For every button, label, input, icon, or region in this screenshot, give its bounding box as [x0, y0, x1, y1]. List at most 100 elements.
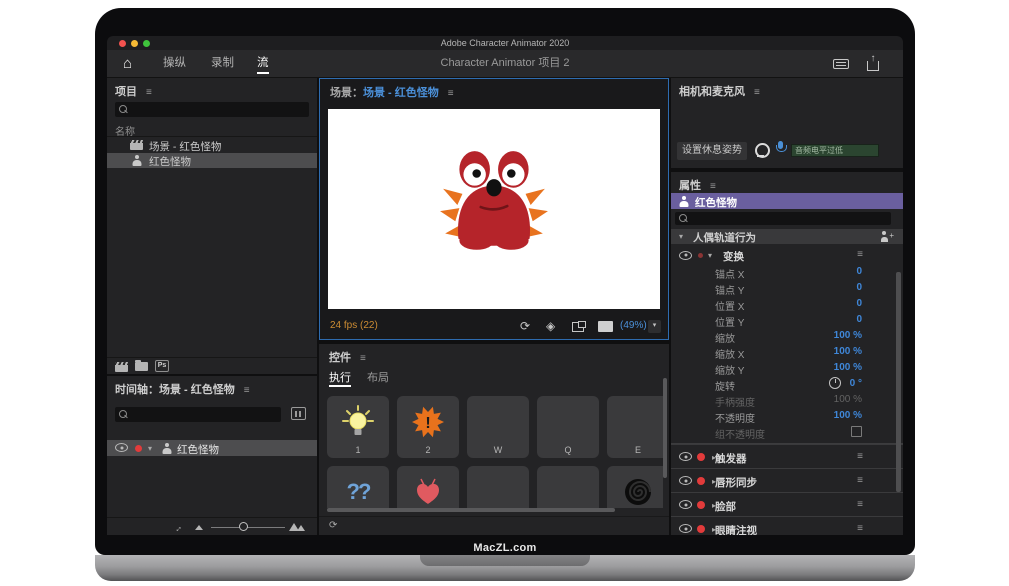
tab-layout[interactable]: 布局 — [367, 368, 389, 388]
webcam-icon[interactable] — [755, 143, 768, 156]
home-icon[interactable]: ⌂ — [123, 50, 132, 77]
panel-menu-icon[interactable]: ≡ — [146, 87, 152, 98]
controls-panel-title: 控件≡ — [329, 349, 366, 365]
record-arm-dot[interactable] — [697, 477, 705, 485]
chevron-down-icon[interactable]: ▾ — [679, 232, 683, 241]
project-item-scene[interactable]: 场景 - 红色怪物 — [107, 138, 317, 153]
panel-menu-icon[interactable]: ≡ — [710, 181, 716, 192]
behavior-menu-icon[interactable]: ≡ — [857, 523, 863, 534]
microphone-icon[interactable] — [775, 141, 786, 156]
panel-menu-icon[interactable]: ≡ — [360, 353, 366, 364]
tab-stream[interactable]: 流 — [257, 50, 269, 77]
behavior-menu-icon[interactable]: ≡ — [857, 499, 863, 510]
behavior-row-lip-sync[interactable]: ▸ 唇形同步 ≡ — [671, 468, 903, 492]
behavior-row-triggers[interactable]: ▸ 触发器 ≡ — [671, 444, 903, 468]
timeline-track-row[interactable]: ▾ 红色怪物 — [107, 440, 317, 456]
record-arm-dot[interactable] — [697, 453, 705, 461]
behavior-menu-icon[interactable]: ≡ — [857, 475, 863, 486]
puppet-track-behaviors-section[interactable]: ▾ 人偶轨道行为 + — [671, 229, 903, 244]
app-window: Adobe Character Animator 2020 ⌂ 操纵 录制 流 … — [107, 36, 903, 535]
properties-search-input[interactable] — [675, 212, 891, 225]
app-toolbar: ⌂ 操纵 录制 流 Character Animator 项目 2 — [107, 50, 903, 78]
new-scene-icon[interactable] — [115, 362, 128, 372]
panel-menu-icon[interactable]: ≡ — [244, 385, 250, 396]
trigger-button-dome-2[interactable] — [537, 466, 599, 508]
record-arm-dot[interactable] — [135, 445, 142, 452]
zoom-in-icon[interactable] — [297, 525, 305, 531]
zoom-level[interactable]: (49%) — [620, 313, 647, 339]
visibility-eye-icon[interactable] — [679, 524, 692, 533]
new-folder-icon[interactable] — [135, 362, 148, 371]
property-rotation: 旋转 0 ° — [671, 376, 903, 392]
trigger-button-lightbulb[interactable]: 1 — [327, 396, 389, 458]
trigger-button-mouth-q[interactable]: Q — [537, 396, 599, 458]
captions-icon[interactable] — [833, 59, 849, 69]
panel-menu-icon[interactable]: ≡ — [754, 87, 760, 98]
trigger-button-spiral[interactable] — [607, 466, 663, 508]
record-arm-dot[interactable] — [698, 253, 703, 258]
chevron-down-icon[interactable]: ▾ — [708, 251, 712, 260]
trigger-button-alert[interactable]: ! 2 — [397, 396, 459, 458]
behavior-row-eye-gaze[interactable]: ▸ 眼睛注视 ≡ — [671, 516, 903, 535]
scene-canvas[interactable] — [328, 109, 660, 309]
zoom-out-icon[interactable] — [195, 525, 203, 530]
property-group-opacity: 组不透明度 — [671, 424, 903, 440]
snapshot-icon[interactable] — [572, 321, 586, 332]
property-handle-strength: 手柄强度 100 % — [671, 392, 903, 408]
crosshair-icon[interactable]: ◈ — [546, 319, 555, 333]
zoom-slider-track[interactable] — [211, 527, 285, 528]
visibility-eye-icon[interactable] — [115, 443, 128, 452]
behavior-menu-icon[interactable]: ≡ — [857, 249, 863, 260]
trigger-button-question[interactable]: ?? — [327, 466, 389, 508]
vertical-scrollbar[interactable] — [663, 378, 667, 478]
record-arm-dot[interactable] — [697, 501, 705, 509]
rotation-dial-icon[interactable] — [829, 377, 841, 389]
visibility-eye-icon[interactable] — [679, 452, 692, 461]
share-icon[interactable] — [867, 56, 879, 71]
group-opacity-checkbox[interactable] — [851, 426, 862, 437]
behavior-row-face[interactable]: ▸ 脸部 ≡ — [671, 492, 903, 516]
panel-menu-icon[interactable]: ≡ — [448, 88, 454, 99]
tab-rig[interactable]: 操纵 — [163, 50, 186, 77]
matte-color-swatch[interactable] — [598, 321, 613, 332]
add-behavior-icon[interactable]: + — [881, 231, 893, 242]
visibility-eye-icon[interactable] — [679, 500, 692, 509]
visibility-eye-icon[interactable] — [679, 476, 692, 485]
horizontal-scrollbar[interactable] — [327, 508, 615, 512]
record-arm-dot[interactable] — [697, 525, 705, 533]
tab-perform[interactable]: 执行 — [329, 368, 351, 388]
camera-panel-title: 相机和麦克风≡ — [679, 83, 760, 99]
trigger-button-mouth-e[interactable]: E — [607, 396, 663, 458]
chevron-down-icon[interactable]: ▾ — [148, 444, 152, 453]
trigger-button-heart[interactable] — [397, 466, 459, 508]
project-item-puppet[interactable]: 红色怪物 — [107, 153, 317, 168]
property-anchor-y: 锚点 Y 0 — [671, 280, 903, 296]
audio-hardware-icon[interactable] — [291, 407, 306, 420]
behavior-row-transform[interactable]: ▾ 变换 ≡ — [671, 247, 903, 263]
trigger-button-dome-1[interactable] — [467, 466, 529, 508]
scene-name-link[interactable]: 场景 - 红色怪物 — [363, 87, 439, 99]
puppet-icon — [132, 155, 142, 166]
spiral-icon — [618, 472, 658, 508]
controls-footer: ⟳ — [319, 516, 669, 535]
scene-icon — [130, 140, 143, 150]
tab-record[interactable]: 录制 — [211, 50, 234, 77]
visibility-eye-icon[interactable] — [679, 251, 692, 260]
scene-panel: 场景：场景 - 红色怪物≡ — [319, 78, 669, 340]
fit-zoom-icon[interactable]: ↔ — [171, 521, 184, 534]
project-search-input[interactable] — [115, 102, 309, 117]
timeline-search-input[interactable] — [115, 407, 281, 422]
refresh-icon[interactable]: ⟳ — [329, 517, 337, 535]
photoshop-icon[interactable]: Ps — [155, 360, 169, 372]
set-rest-pose-button[interactable]: 设置休息姿势 — [677, 142, 747, 160]
selected-puppet-row[interactable]: 红色怪物 — [671, 193, 903, 209]
zoom-slider-knob[interactable] — [239, 522, 248, 531]
property-opacity: 不透明度 100 % — [671, 408, 903, 424]
page-background: Adobe Character Animator 2020 ⌂ 操纵 录制 流 … — [0, 0, 1009, 586]
refresh-icon[interactable]: ⟳ — [520, 319, 530, 333]
trigger-key: 1 — [327, 445, 389, 455]
trigger-button-mouth-w[interactable]: W — [467, 396, 529, 458]
behavior-menu-icon[interactable]: ≡ — [857, 451, 863, 462]
zoom-dropdown-icon[interactable]: ▾ — [648, 320, 661, 333]
vertical-scrollbar[interactable] — [896, 272, 901, 492]
